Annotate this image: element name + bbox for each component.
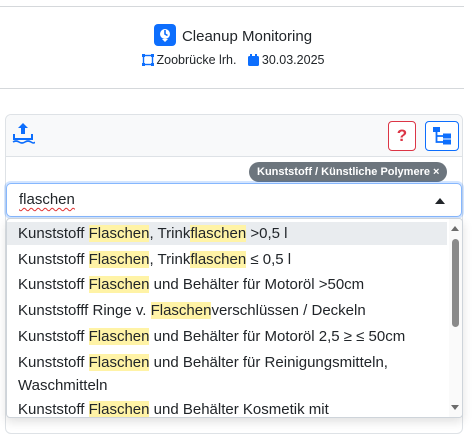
- help-button[interactable]: ?: [388, 121, 416, 151]
- calendar-icon: [247, 54, 259, 66]
- suggestion-dropdown: Kunststoff Flaschen, Trinkflaschen >0,5 …: [6, 218, 463, 418]
- header-divider: [0, 88, 464, 89]
- scroll-down-icon[interactable]: [451, 405, 459, 410]
- date-item: 30.03.2025: [247, 53, 325, 67]
- location-text: Zoobrücke lrh.: [156, 53, 237, 67]
- scroll-up-icon[interactable]: [451, 226, 459, 231]
- search-input[interactable]: flaschen: [6, 183, 462, 217]
- option-5[interactable]: Kunststoff Flaschen und Behälter für Rei…: [7, 351, 447, 397]
- option-2[interactable]: Kunststoff Flaschen und Behälter für Mot…: [7, 273, 447, 296]
- top-divider: [0, 6, 464, 7]
- option-1[interactable]: Kunststoff Flaschen, Trinkflaschen ≤ 0,5…: [7, 248, 447, 271]
- tree-view-icon: [433, 127, 451, 145]
- category-badge[interactable]: Kunststoff / Künstliche Polymere ×: [249, 162, 448, 182]
- tree-view-button[interactable]: [425, 121, 459, 151]
- option-3[interactable]: Kunststofff Ringe v. Flaschenverschlüsse…: [7, 299, 447, 322]
- app-title: Cleanup Monitoring: [181, 28, 313, 45]
- option-6[interactable]: Kunststoff Flaschen und Behälter Kosmeti…: [7, 398, 447, 417]
- caret-up-icon[interactable]: [435, 198, 445, 204]
- panel-toolbar: ?: [6, 115, 462, 157]
- app-header: Cleanup Monitoring: [0, 24, 466, 46]
- search-value: flaschen: [19, 191, 75, 208]
- option-0[interactable]: Kunststoff Flaschen, Trinkflaschen >0,5 …: [7, 222, 447, 245]
- option-4[interactable]: Kunststoff Flaschen und Behälter für Mot…: [7, 325, 447, 348]
- dropdown-scrollbar[interactable]: [449, 219, 462, 417]
- session-meta: Zoobrücke lrh. 30.03.2025: [0, 53, 466, 67]
- date-text: 30.03.2025: [261, 53, 325, 67]
- water-upload-icon[interactable]: [11, 122, 36, 149]
- location-item: Zoobrücke lrh.: [141, 53, 237, 67]
- monitoring-pin-icon: [153, 24, 176, 46]
- bridge-icon: [141, 54, 154, 66]
- scroll-thumb[interactable]: [452, 239, 459, 327]
